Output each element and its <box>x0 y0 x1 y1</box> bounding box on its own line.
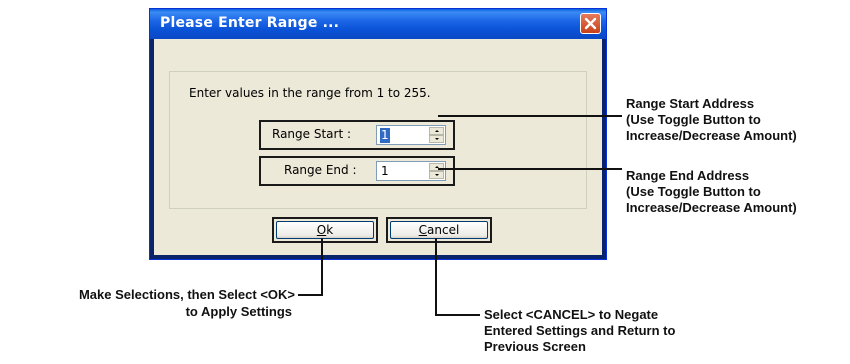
range-start-row: Range Start : 1 <box>259 120 455 150</box>
cancel-connector-vertical <box>435 238 437 315</box>
ok-mnemonic: O <box>316 223 327 237</box>
range-group: Enter values in the range from 1 to 255.… <box>169 71 587 209</box>
range-end-row: Range End : 1 <box>259 156 455 186</box>
annotation-line: Increase/Decrease Amount) <box>626 128 797 143</box>
annotation-line: Range End Address <box>626 168 750 183</box>
range-start-spin-buttons <box>429 127 444 143</box>
range-start-connector <box>438 115 622 117</box>
annotation-line: (Use Toggle Button to <box>626 112 761 127</box>
close-button[interactable] <box>580 13 601 34</box>
dialog-title: Please Enter Range ... <box>160 15 340 31</box>
annotation-line: Increase/Decrease Amount) <box>626 200 797 215</box>
range-end-annotation: Range End Address (Use Toggle Button to … <box>626 168 797 216</box>
range-end-spin-buttons <box>429 163 444 179</box>
annotation-line: to Apply Settings <box>185 304 292 319</box>
ok-connector-vertical <box>321 238 323 295</box>
annotation-line: Previous Screen <box>484 339 586 354</box>
annotation-line: Select <CANCEL> to Negate <box>484 307 659 322</box>
arrow-down-icon <box>435 138 439 140</box>
title-bar[interactable]: Please Enter Range ... <box>150 9 606 39</box>
annotation-line: Entered Settings and Return to <box>484 323 676 338</box>
range-start-label: Range Start : <box>272 127 352 141</box>
range-start-value[interactable]: 1 <box>380 128 390 143</box>
annotation-line: Range Start Address <box>626 96 755 111</box>
ok-label-rest: k <box>326 223 334 237</box>
range-start-annotation: Range Start Address (Use Toggle Button t… <box>626 96 797 144</box>
range-end-spinner[interactable]: 1 <box>376 161 446 181</box>
close-icon <box>584 17 597 30</box>
arrow-up-icon <box>435 130 439 132</box>
cancel-label-rest: ancel <box>427 223 460 237</box>
ok-button-highlight: Ok <box>272 217 378 243</box>
cancel-connector-horizontal <box>435 314 480 316</box>
range-start-decrement-button[interactable] <box>429 135 444 143</box>
ok-button[interactable]: Ok <box>276 221 374 239</box>
cancel-annotation: Select <CANCEL> to Negate Entered Settin… <box>484 307 675 355</box>
range-dialog: Please Enter Range ... Enter values in t… <box>149 8 607 260</box>
range-end-connector <box>438 168 622 170</box>
range-start-spinner[interactable]: 1 <box>376 125 446 145</box>
range-end-value[interactable]: 1 <box>380 164 390 179</box>
ok-connector-horizontal <box>298 294 323 296</box>
dialog-client: Enter values in the range from 1 to 255.… <box>154 39 602 255</box>
range-start-increment-button[interactable] <box>429 127 444 135</box>
annotation-line: (Use Toggle Button to <box>626 184 761 199</box>
arrow-down-icon <box>435 174 439 176</box>
annotation-line: Make Selections, then Select <OK> <box>78 287 295 302</box>
range-end-decrement-button[interactable] <box>429 171 444 179</box>
cancel-button[interactable]: Cancel <box>390 221 488 239</box>
cancel-button-highlight: Cancel <box>386 217 492 243</box>
range-end-label: Range End : <box>284 163 357 177</box>
cancel-mnemonic: C <box>418 223 428 237</box>
instruction-text: Enter values in the range from 1 to 255. <box>189 86 431 100</box>
